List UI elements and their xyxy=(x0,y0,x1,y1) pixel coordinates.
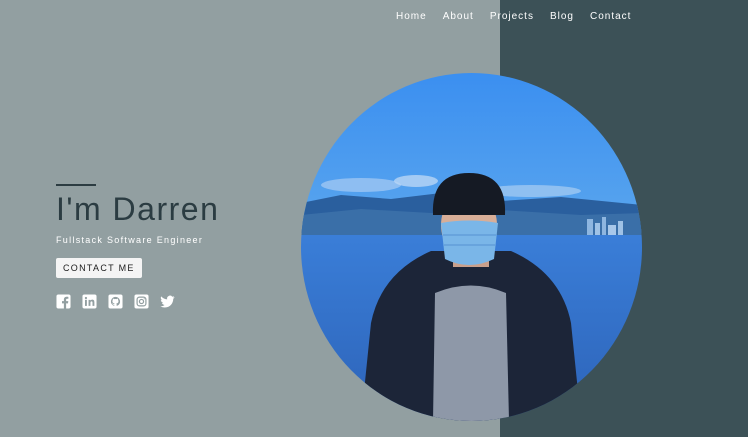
social-links xyxy=(56,294,219,309)
twitter-icon[interactable] xyxy=(160,294,175,309)
hero-intro: I'm Darren Fullstack Software Engineer C… xyxy=(56,184,219,309)
hero-name-heading: I'm Darren xyxy=(56,191,220,227)
nav-projects-link[interactable]: Projects xyxy=(490,11,534,22)
instagram-icon[interactable] xyxy=(134,294,149,309)
hero-subtitle: Fullstack Software Engineer xyxy=(56,235,204,245)
accent-divider xyxy=(56,184,96,186)
github-icon[interactable] xyxy=(108,294,123,309)
nav-home-link[interactable]: Home xyxy=(396,11,427,22)
profile-photo xyxy=(301,73,642,421)
contact-me-button[interactable]: CONTACT ME xyxy=(56,258,142,278)
nav-about-link[interactable]: About xyxy=(443,11,474,22)
linkedin-icon[interactable] xyxy=(82,294,97,309)
nav-blog-link[interactable]: Blog xyxy=(550,11,574,22)
nav-contact-link[interactable]: Contact xyxy=(590,11,631,22)
top-navigation: Home About Projects Blog Contact xyxy=(396,11,647,22)
facebook-icon[interactable] xyxy=(56,294,71,309)
